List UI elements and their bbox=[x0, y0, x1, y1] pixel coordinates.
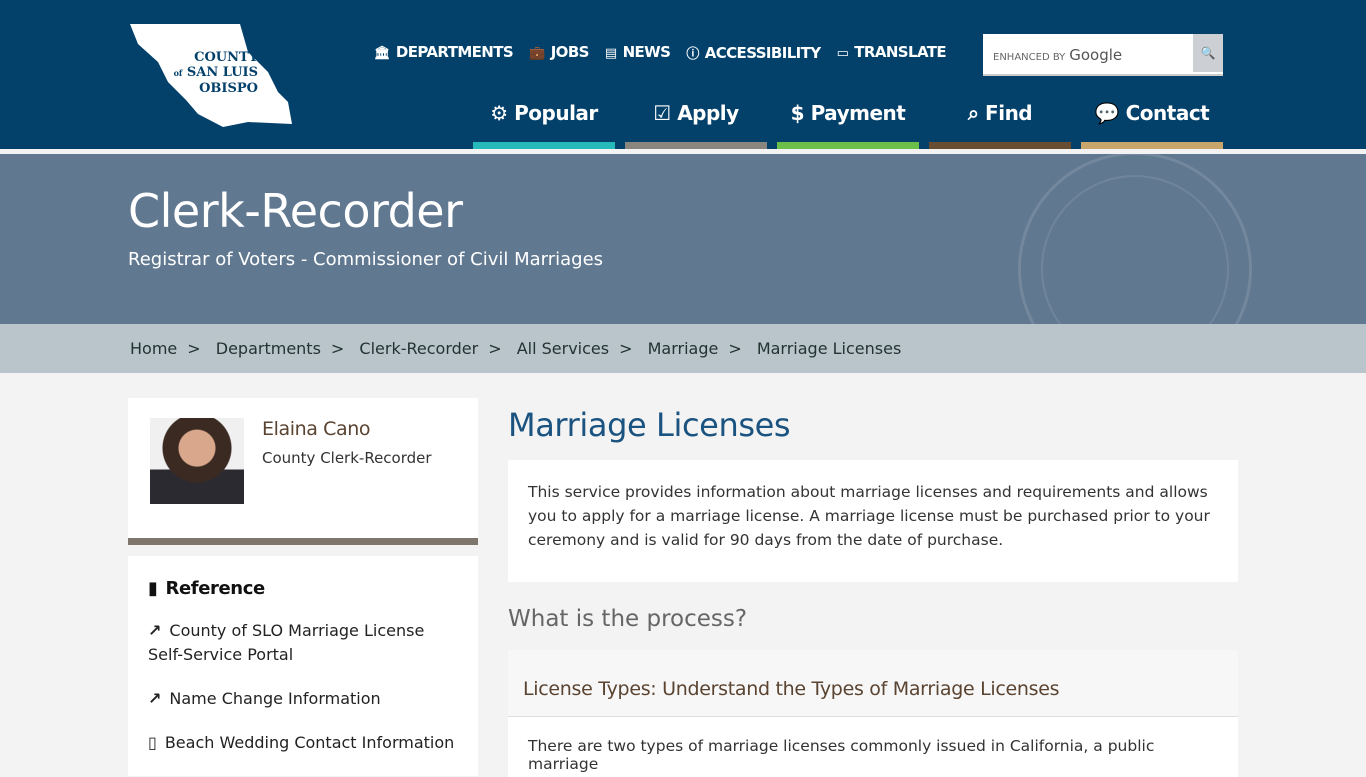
nav-departments[interactable]: 🏛 DEPARTMENTS bbox=[374, 43, 514, 62]
avatar bbox=[150, 418, 244, 504]
briefcase-icon: 💼 bbox=[529, 46, 545, 61]
universal-access-icon: ⓘ bbox=[686, 47, 699, 62]
search-button[interactable]: 🔍 bbox=[1193, 34, 1223, 72]
process-heading: What is the process? bbox=[508, 606, 748, 632]
breadcrumb-all-services[interactable]: All Services bbox=[517, 339, 609, 358]
main-nav: ⚙ Popular ☑ Apply $ Payment ⌕ Find 💬 Con… bbox=[473, 98, 1223, 149]
site-header: COUNTY of SAN LUIS OBISPO 🏛 DEPARTMENTS 💼 JO… bbox=[0, 0, 1366, 149]
breadcrumb: Home > Departments > Clerk-Recorder > All S… bbox=[0, 324, 1366, 373]
person-title: County Clerk-Recorder bbox=[262, 449, 432, 467]
main-content: Marriage Licenses This service provides … bbox=[508, 406, 1238, 777]
tab-contact[interactable]: 💬 Contact bbox=[1081, 98, 1223, 149]
check-square-icon: ☑ bbox=[653, 101, 678, 125]
file-icon: ▯ bbox=[148, 733, 157, 752]
reference-link[interactable]: ↗ County of SLO Marriage License Self-Ser… bbox=[148, 619, 458, 667]
intro-text: This service provides information about … bbox=[508, 460, 1238, 582]
gear-icon: ⚙ bbox=[490, 101, 515, 125]
newspaper-icon: ▤ bbox=[604, 46, 617, 61]
person-card: Elaina Cano County Clerk-Recorder bbox=[128, 398, 478, 545]
county-logo[interactable]: COUNTY of SAN LUIS OBISPO bbox=[128, 22, 294, 128]
search-icon: ⌕ bbox=[967, 101, 986, 125]
tab-find[interactable]: ⌕ Find bbox=[929, 98, 1071, 149]
book-icon: ▮ bbox=[148, 578, 158, 599]
nav-jobs[interactable]: 💼 JOBS bbox=[529, 43, 589, 62]
reference-panel: ▮ Reference ↗ County of SLO Marriage Licen… bbox=[128, 556, 478, 776]
page-title: Clerk-Recorder bbox=[128, 184, 463, 238]
accordion-body: There are two types of marriage licenses… bbox=[508, 717, 1238, 777]
search-input[interactable]: ENHANCED BY Google 🔍 bbox=[983, 34, 1223, 76]
content-title: Marriage Licenses bbox=[508, 406, 791, 444]
person-name: Elaina Cano bbox=[262, 418, 371, 440]
breadcrumb-marriage[interactable]: Marriage bbox=[648, 339, 719, 358]
external-link-icon: ↗ bbox=[148, 689, 162, 708]
building-columns-icon: 🏛 bbox=[374, 46, 391, 61]
page-banner: Clerk-Recorder Registrar of Voters - Com… bbox=[0, 154, 1366, 324]
search-icon: 🔍 bbox=[1200, 46, 1216, 60]
tab-apply[interactable]: ☑ Apply bbox=[625, 98, 767, 149]
nav-news[interactable]: ▤ NEWS bbox=[604, 43, 671, 62]
page-subtitle: Registrar of Voters - Commissioner of Ci… bbox=[128, 249, 604, 270]
external-link-icon: ↗ bbox=[148, 621, 162, 640]
nav-translate[interactable]: ▭ TRANSLATE bbox=[837, 43, 947, 62]
breadcrumb-current: Marriage Licenses bbox=[756, 339, 902, 358]
dollar-icon: $ bbox=[790, 101, 811, 125]
breadcrumb-clerk-recorder[interactable]: Clerk-Recorder bbox=[359, 339, 478, 358]
reference-link[interactable]: ↗ Name Change Information bbox=[148, 687, 458, 711]
nav-accessibility[interactable]: ⓘ ACCESSIBILITY bbox=[686, 43, 821, 62]
tab-popular[interactable]: ⚙ Popular bbox=[473, 98, 615, 149]
breadcrumb-home[interactable]: Home bbox=[130, 339, 177, 358]
language-icon: ▭ bbox=[836, 46, 849, 61]
utility-nav: 🏛 DEPARTMENTS 💼 JOBS ▤ NEWS ⓘ ACCESSIBILITY … bbox=[374, 43, 947, 62]
tab-payment[interactable]: $ Payment bbox=[777, 98, 919, 149]
reference-link[interactable]: ▯ Beach Wedding Contact Information bbox=[148, 731, 458, 755]
county-seal-watermark bbox=[1018, 154, 1252, 324]
breadcrumb-departments[interactable]: Departments bbox=[216, 339, 321, 358]
accordion-license-types[interactable]: License Types: Understand the Types of M… bbox=[508, 650, 1238, 717]
comment-icon: 💬 bbox=[1094, 101, 1126, 125]
